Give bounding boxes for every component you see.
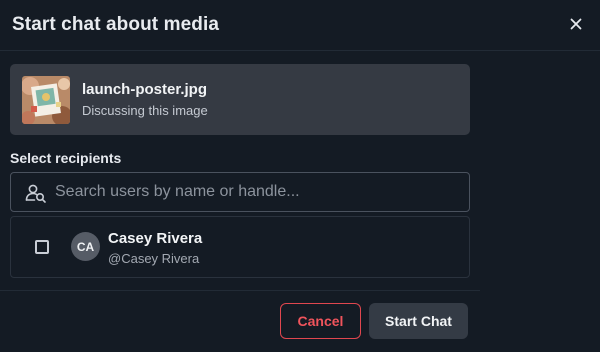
start-chat-button[interactable]: Start Chat [369,303,468,339]
cancel-button[interactable]: Cancel [280,303,361,339]
dialog-title: Start chat about media [12,14,220,35]
dialog-header: Start chat about media [0,0,600,51]
user-handle: @Casey Rivera [108,251,200,266]
avatar: CA [71,232,100,261]
media-thumbnail [22,76,70,124]
user-name: Casey Rivera [108,230,203,247]
search-input[interactable] [55,173,455,211]
recipient-search-field [10,172,470,212]
close-button[interactable] [564,12,588,36]
footer-divider [0,290,480,291]
close-icon [570,18,582,30]
user-select-checkbox[interactable] [35,240,49,254]
media-preview-card: launch-poster.jpg Discussing this image [10,64,470,135]
user-list: CA Casey Rivera @Casey Rivera [10,216,470,278]
start-chat-dialog: Start chat about media launch-poster.jpg… [0,0,600,352]
recipients-label: Select recipients [10,150,122,166]
media-filename: launch-poster.jpg [82,81,208,98]
user-search-icon [25,184,46,203]
media-subtitle: Discussing this image [82,103,208,118]
